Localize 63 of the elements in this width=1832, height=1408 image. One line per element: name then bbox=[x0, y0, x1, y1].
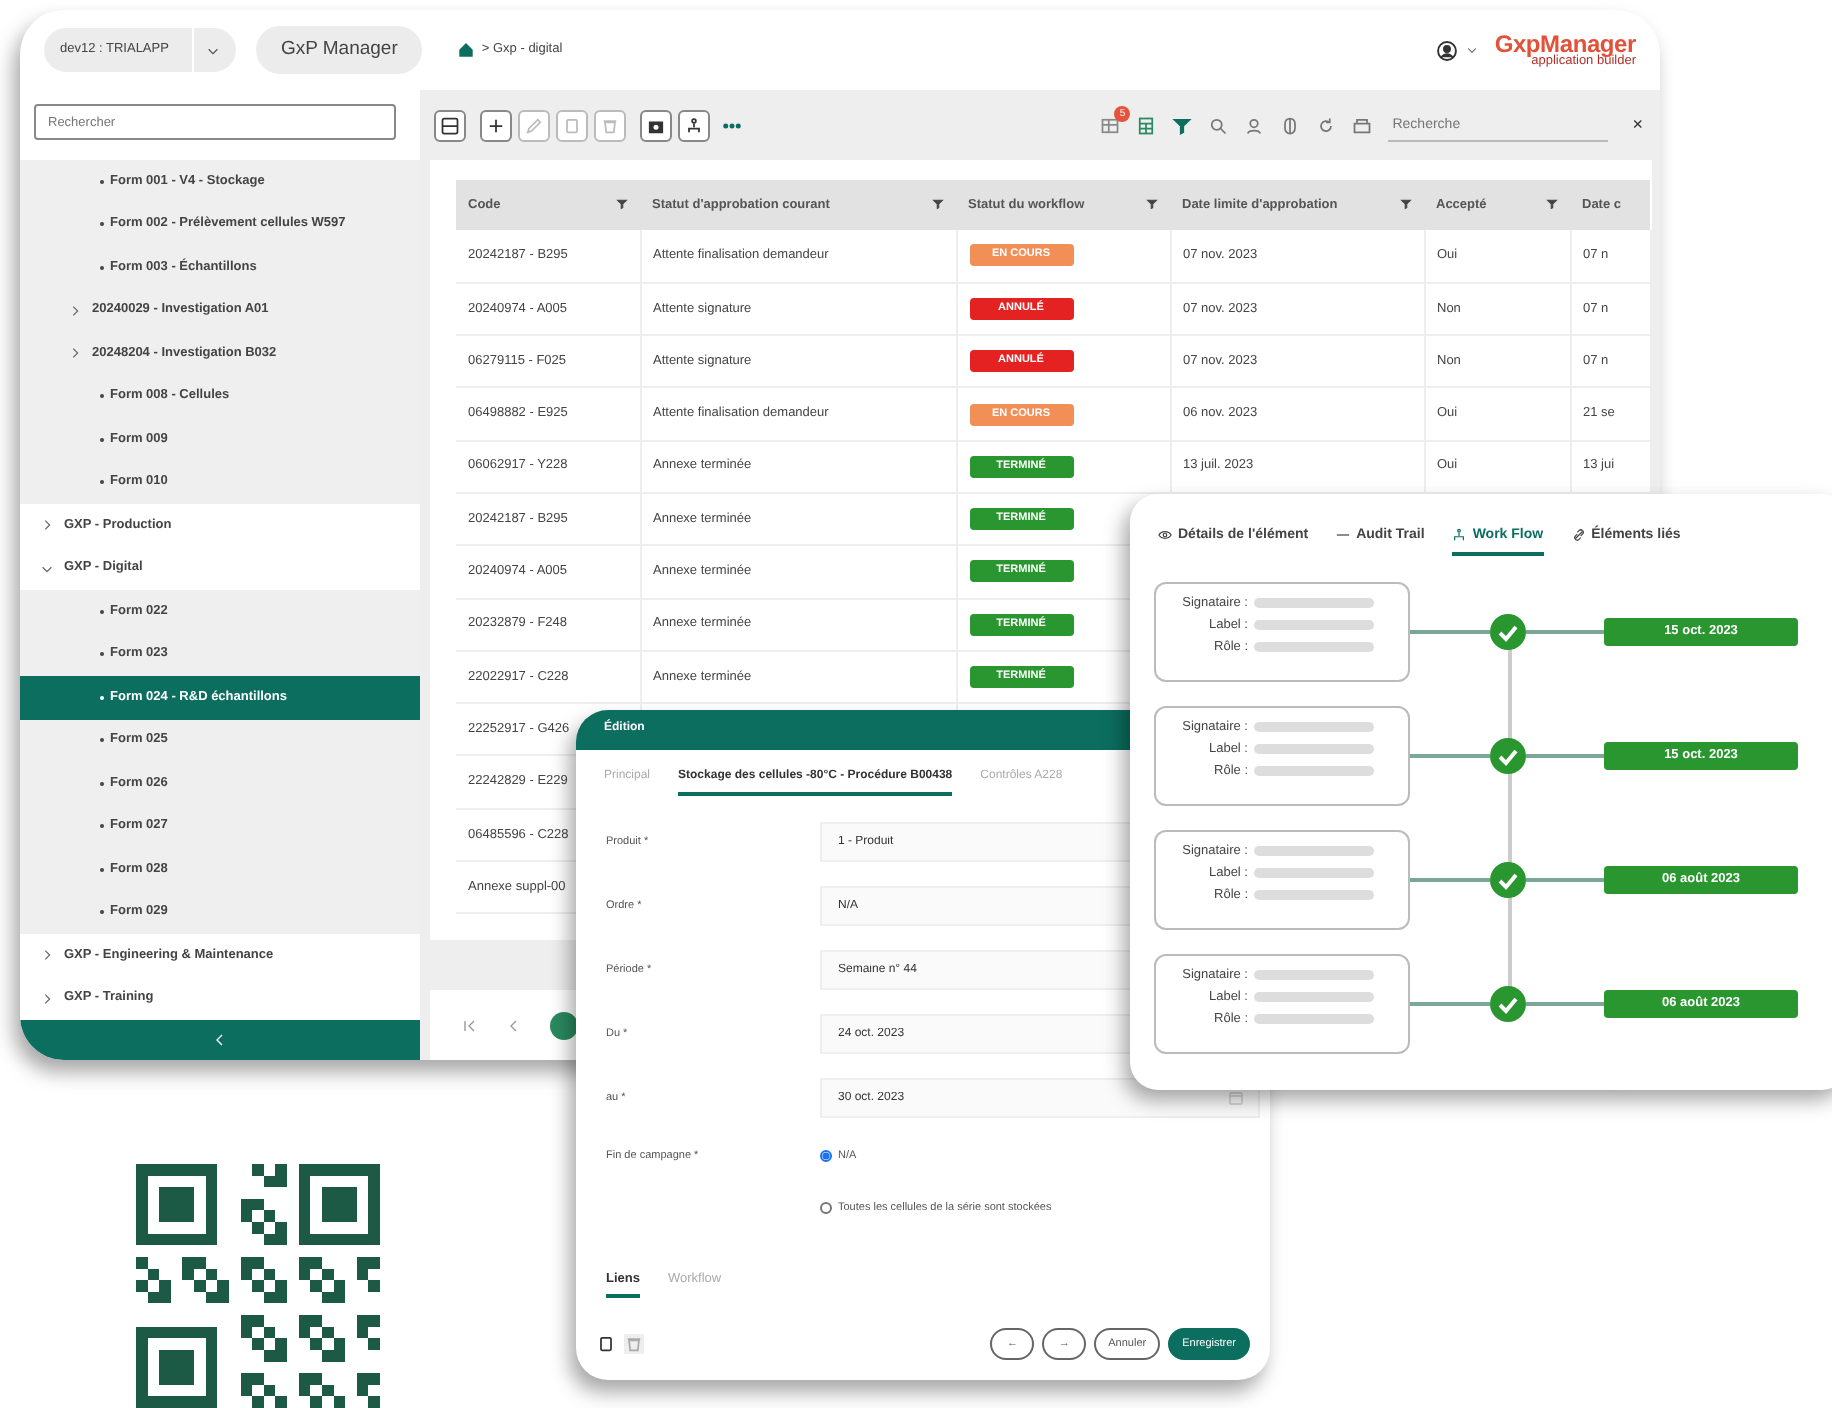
filter-icon[interactable] bbox=[932, 198, 944, 211]
refresh-icon[interactable] bbox=[1316, 115, 1337, 135]
chevron-right-icon bbox=[40, 948, 54, 963]
spreadsheet-icon[interactable] bbox=[1136, 115, 1157, 135]
chevron-right-icon bbox=[40, 991, 54, 1006]
collapse-icon[interactable] bbox=[212, 1032, 228, 1048]
redacted-value bbox=[1254, 1013, 1374, 1024]
previous-page-icon[interactable] bbox=[506, 1017, 522, 1033]
copy-icon[interactable] bbox=[596, 1334, 616, 1354]
pencil-icon bbox=[524, 115, 544, 135]
caret-icon[interactable] bbox=[1466, 44, 1479, 56]
link-icon bbox=[1571, 528, 1586, 543]
redacted-value bbox=[1254, 620, 1374, 631]
filter-icon[interactable] bbox=[1400, 198, 1412, 211]
redacted-value bbox=[1254, 992, 1374, 1003]
eye-icon bbox=[1158, 528, 1172, 543]
user-icon[interactable] bbox=[1244, 115, 1265, 135]
copy-icon bbox=[562, 115, 582, 135]
logo-name: GxpManager bbox=[1494, 31, 1636, 56]
grid-icon[interactable] bbox=[1100, 115, 1121, 135]
camera-icon bbox=[646, 115, 666, 135]
trash-icon bbox=[600, 115, 620, 135]
check-icon bbox=[1490, 986, 1526, 1022]
chevron-right-icon bbox=[40, 518, 54, 533]
redacted-value bbox=[1254, 744, 1374, 755]
split-view-button[interactable] bbox=[434, 109, 466, 141]
caret-icon bbox=[206, 43, 221, 57]
camera-button[interactable] bbox=[640, 109, 672, 141]
redacted-value bbox=[1254, 889, 1374, 900]
redacted-value bbox=[1254, 641, 1374, 652]
chevron-down-icon bbox=[40, 561, 54, 576]
filter-icon[interactable] bbox=[616, 198, 628, 211]
clear-button[interactable]: × bbox=[1624, 114, 1643, 136]
home-icon[interactable] bbox=[457, 42, 474, 58]
check-icon bbox=[1490, 738, 1526, 774]
check-icon bbox=[1490, 614, 1526, 650]
filter-icon[interactable] bbox=[1172, 115, 1193, 135]
redacted-value bbox=[1254, 970, 1374, 981]
chevron-right-icon bbox=[68, 346, 82, 361]
box-icon[interactable] bbox=[1352, 115, 1373, 135]
columns-icon[interactable] bbox=[1280, 115, 1301, 135]
filter-icon[interactable] bbox=[1146, 198, 1158, 211]
redacted-value bbox=[1254, 598, 1374, 609]
check-icon bbox=[1490, 862, 1526, 898]
hierarchy-icon bbox=[684, 115, 704, 135]
redacted-value bbox=[1254, 765, 1374, 776]
split-view-icon bbox=[440, 115, 460, 135]
first-page-icon[interactable] bbox=[462, 1017, 478, 1033]
redacted-value bbox=[1254, 868, 1374, 879]
flow-icon bbox=[1452, 528, 1467, 543]
redacted-value bbox=[1254, 722, 1374, 733]
plus-icon bbox=[486, 115, 506, 135]
plus-button[interactable] bbox=[480, 109, 512, 141]
search-icon[interactable] bbox=[1208, 115, 1229, 135]
filter-icon[interactable] bbox=[1546, 198, 1558, 211]
account-icon[interactable] bbox=[1436, 39, 1459, 61]
redacted-value bbox=[1254, 846, 1374, 857]
page-indicator[interactable] bbox=[550, 1011, 578, 1039]
chevron-right-icon bbox=[68, 303, 82, 318]
radio-button[interactable] bbox=[820, 1202, 832, 1214]
radio-button[interactable] bbox=[820, 1150, 832, 1162]
hierarchy-button[interactable] bbox=[678, 109, 710, 141]
app-name-button[interactable]: GxP Manager bbox=[256, 26, 422, 74]
